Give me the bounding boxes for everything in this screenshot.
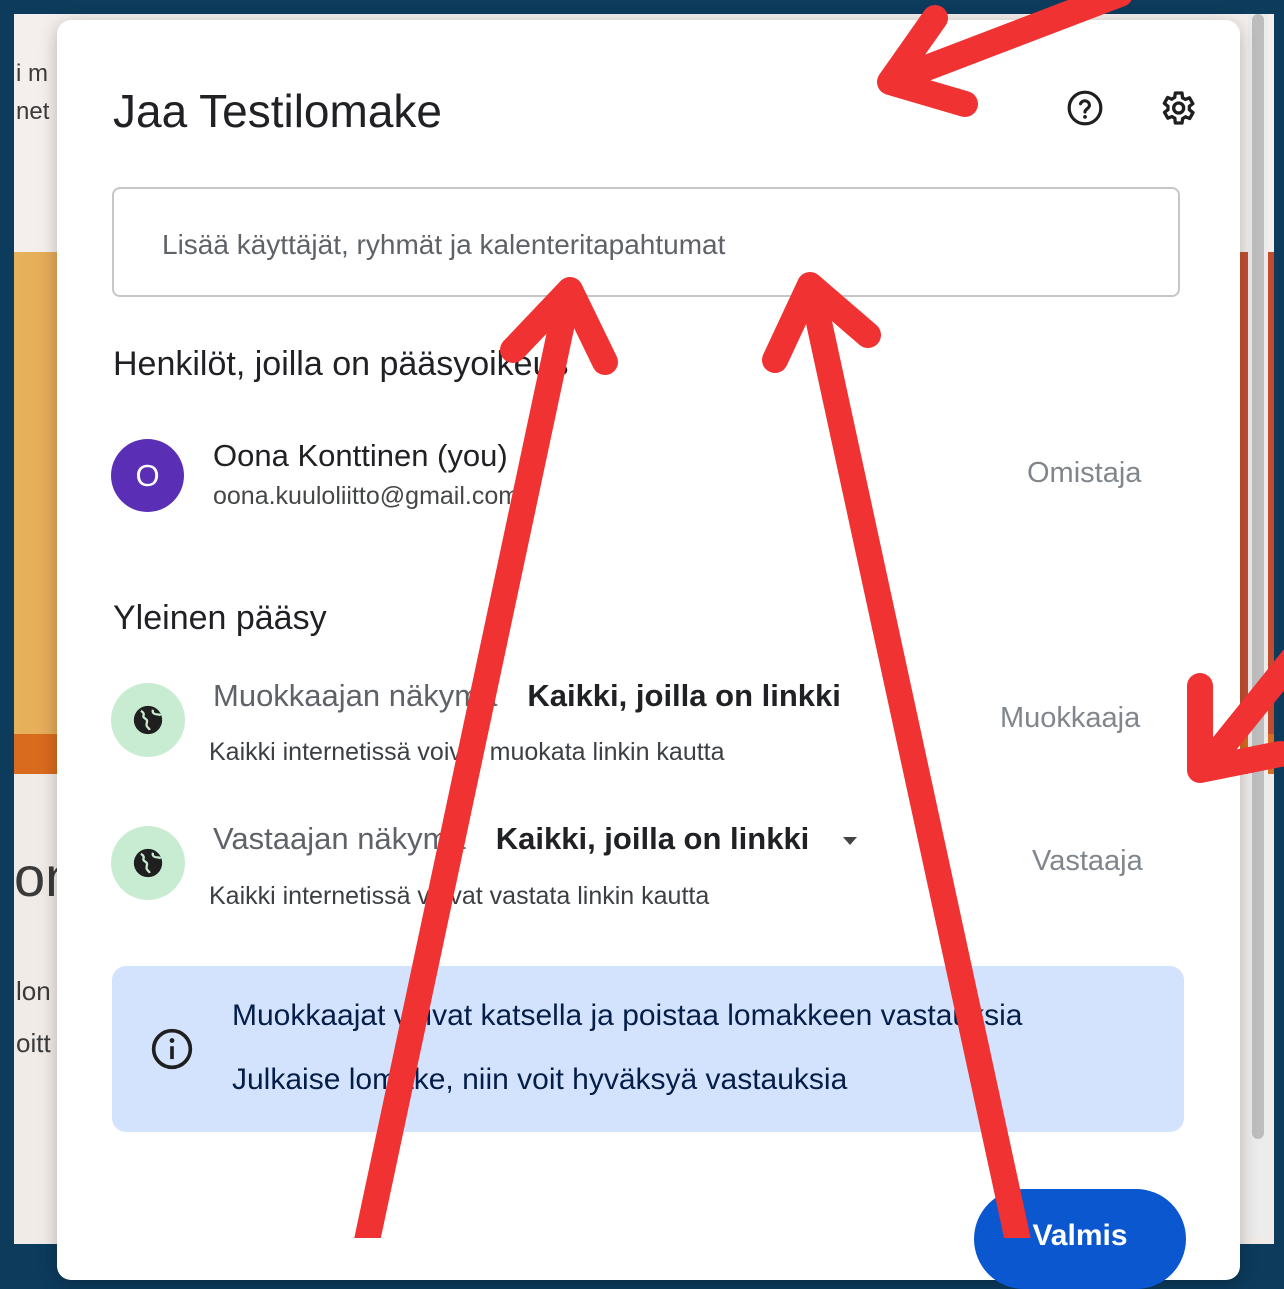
editor-role-label: Muokkaaja: [1000, 702, 1141, 734]
background-text-fragment: net: [16, 98, 50, 125]
globe-icon: [133, 705, 163, 735]
gear-icon: [1162, 91, 1195, 125]
editor-access-value[interactable]: Kaikki, joilla on linkki: [527, 678, 841, 713]
responder-view-label: Vastaajan näkymä: [213, 821, 466, 856]
help-circle-icon: [1067, 90, 1103, 126]
chevron-down-icon[interactable]: [843, 836, 858, 845]
info-notice: Muokkaajat voivat katsella ja poistaa lo…: [112, 966, 1184, 1132]
dialog-title: Jaa Testilomake: [113, 85, 442, 137]
editor-view-line: Muokkaajan näkymä Kaikki, joilla on linkk…: [213, 678, 841, 714]
done-button[interactable]: Valmis: [974, 1189, 1186, 1289]
share-dialog: Jaa Testilomake Lisää käyttäjät, ryhmät …: [57, 20, 1240, 1289]
settings-button[interactable]: [1152, 83, 1202, 133]
responder-access-description: Kaikki internetissä voivat vastata linki…: [209, 882, 710, 910]
responder-view-line: Vastaajan näkymä Kaikki, joilla on linkki: [213, 821, 858, 857]
background-text-fragment: lon: [16, 976, 51, 1006]
background-text-fragment: oitt: [16, 1028, 51, 1058]
add-people-placeholder: Lisää käyttäjät, ryhmät ja kalenteritapa…: [162, 229, 726, 260]
responder-access-dropdown[interactable]: Kaikki, joilla on linkki: [496, 821, 810, 856]
user-name: Oona Konttinen (you): [213, 438, 508, 473]
info-text-line: Muokkaajat voivat katsella ja poistaa lo…: [232, 999, 1023, 1032]
globe-icon-badge: [111, 683, 185, 757]
responder-role-label: Vastaaja: [1032, 845, 1143, 877]
people-with-access-heading: Henkilöt, joilla on pääsyoikeus: [113, 345, 569, 383]
editor-view-label: Muokkaajan näkymä: [213, 678, 498, 713]
avatar: O: [111, 439, 184, 512]
owner-role-label: Omistaja: [1027, 457, 1142, 489]
user-email: oona.kuuloliitto@gmail.com: [213, 482, 520, 510]
add-people-input[interactable]: Lisää käyttäjät, ryhmät ja kalenteritapa…: [112, 187, 1180, 297]
globe-icon-badge: [111, 826, 185, 900]
page-scrollbar[interactable]: [1248, 14, 1268, 1238]
help-button[interactable]: [1060, 83, 1110, 133]
info-text-line: Julkaise lomake, niin voit hyväksyä vast…: [232, 1063, 848, 1096]
info-icon: [151, 1028, 193, 1070]
general-access-heading: Yleinen pääsy: [113, 599, 327, 637]
background-text-fragment: i m: [16, 60, 48, 87]
editor-access-description: Kaikki internetissä voivat muokata linki…: [209, 738, 725, 766]
globe-icon: [133, 848, 163, 878]
scrollbar-thumb[interactable]: [1252, 14, 1264, 1139]
